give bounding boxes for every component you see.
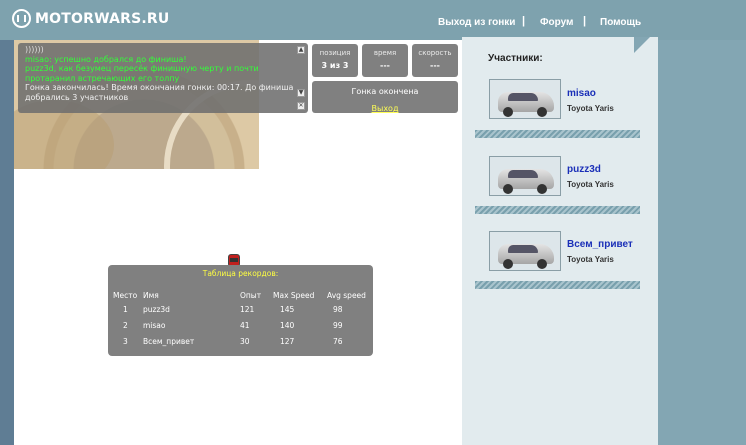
scroll-up-icon[interactable]: ▲ [297, 46, 305, 54]
participant-car: Toyota Yaris [567, 104, 614, 113]
chat-line: протаранил встречающих его толпу [25, 73, 180, 83]
left-border [0, 40, 14, 445]
table-cell: 140 [280, 321, 295, 330]
time-label: время [373, 49, 397, 57]
close-icon[interactable]: ✕ [297, 102, 305, 110]
table-cell: 1 [123, 305, 128, 314]
table-cell: Всем_привет [143, 337, 195, 346]
race-status-text: Гонка окончена [351, 87, 419, 96]
header-exp: Опыт [240, 291, 262, 300]
right-border [658, 40, 746, 445]
chat-line: misao: успешно добрался до финиша! [25, 54, 187, 64]
panel-corner [634, 37, 650, 53]
position-value: 3 из 3 [321, 61, 349, 70]
nav-exit-race[interactable]: Выход из гонки [438, 17, 515, 28]
nav-forum[interactable]: Форум [540, 17, 573, 28]
chat-line: )))))) [25, 45, 44, 54]
time-box: время --- [362, 44, 408, 77]
table-cell: 2 [123, 321, 128, 330]
participants-title: Участники: [488, 53, 543, 64]
logo-icon [12, 9, 31, 28]
table-cell: 76 [333, 337, 343, 346]
nav-help[interactable]: Помощь [600, 17, 641, 28]
position-label: позиция [319, 49, 351, 57]
table-cell: 145 [280, 305, 295, 314]
car-thumbnail [489, 79, 561, 119]
participant-divider [475, 206, 640, 214]
participant-divider [475, 130, 640, 138]
scroll-down-icon[interactable]: ▼ [297, 89, 305, 97]
participant-car: Toyota Yaris [567, 180, 614, 189]
car-thumbnail [489, 231, 561, 271]
race-status-box: Гонка окончена Выход [312, 81, 458, 113]
records-table: Таблица рекордов: Место Имя Опыт Max Spe… [108, 265, 373, 356]
nav-separator: | [522, 15, 526, 27]
participant-name[interactable]: puzz3d [567, 164, 601, 175]
car-thumbnail [489, 156, 561, 196]
participant-name[interactable]: misao [567, 88, 596, 99]
records-title: Таблица рекордов: [202, 269, 279, 278]
speed-label: скорость [418, 49, 452, 57]
table-cell: puzz3d [143, 305, 170, 314]
table-cell: 98 [333, 305, 343, 314]
chat-line: Гонка закончилась! Время окончания гонки… [25, 83, 294, 93]
chat-line: puzz3d, как безумец пересёк финишную чер… [25, 64, 259, 74]
table-cell: 30 [240, 337, 250, 346]
table-cell: 99 [333, 321, 343, 330]
chat-line: добрались 3 участников [25, 92, 129, 102]
header-avg-speed: Avg speed [327, 291, 366, 300]
site-logo[interactable]: MOTORWARS.RU [12, 9, 169, 28]
header-max-speed: Max Speed [273, 291, 315, 300]
table-cell: 127 [280, 337, 295, 346]
speed-box: скорость --- [412, 44, 458, 77]
participant-name[interactable]: Всем_привет [567, 239, 633, 250]
nav-separator: | [583, 15, 587, 27]
position-box: позиция 3 из 3 [312, 44, 358, 77]
logo-text: MOTORWARS.RU [35, 10, 170, 27]
table-cell: misao [143, 321, 166, 330]
table-cell: 121 [240, 305, 255, 314]
participant-divider [475, 281, 640, 289]
speed-value: --- [430, 61, 440, 70]
time-value: --- [380, 61, 390, 70]
participant-car: Toyota Yaris [567, 255, 614, 264]
header-place: Место [113, 291, 138, 300]
table-cell: 3 [123, 337, 128, 346]
chat-log: )))))) misao: успешно добрался до финиша… [18, 43, 308, 113]
exit-link[interactable]: Выход [372, 104, 399, 113]
header-name: Имя [143, 291, 159, 300]
table-cell: 41 [240, 321, 250, 330]
